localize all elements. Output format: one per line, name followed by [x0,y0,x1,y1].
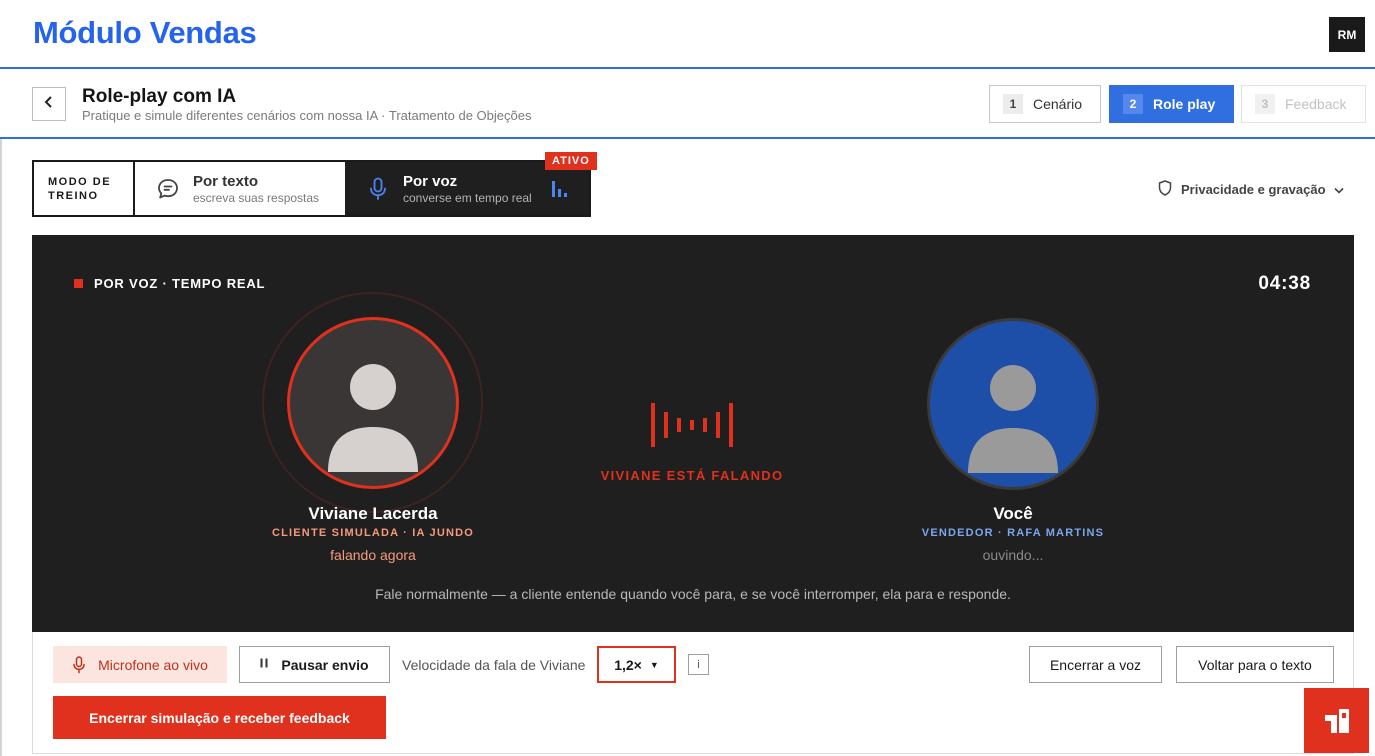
microphone-label: Microfone ao vivo [98,656,208,673]
mode-voice-title: Por voz [403,172,458,190]
shield-icon [1158,180,1172,199]
caret-down-icon: ▼ [649,659,659,670]
mode-voice-subtitle: converse em tempo real [403,190,532,205]
app-header: Módulo Vendas RM [0,0,1375,69]
back-button[interactable] [32,87,66,121]
step-label: Cenário [1033,96,1083,112]
page-subtitle: Pratique e simule diferentes cenários co… [82,108,532,123]
step-number: 3 [1255,94,1275,114]
microphone-icon [365,177,391,201]
chevron-left-icon [44,95,54,113]
ai-role: CLIENTE SIMULADA · IA JUNDO [271,527,475,539]
live-indicator [74,279,83,288]
step-number: 1 [1003,94,1023,114]
app-logo-icon[interactable] [1304,688,1369,753]
stage-mode-label: POR VOZ · TEMPO REAL [94,276,266,291]
end-voice-button[interactable]: Encerrar a voz [1029,646,1162,683]
step-feedback: 3 Feedback [1241,85,1366,123]
user-name: Você [993,504,1033,523]
step-role-play[interactable]: 2 Role play [1109,85,1234,123]
ai-avatar [287,317,459,489]
step-cenario[interactable]: 1 Cenário [989,85,1101,123]
speaking-status: VIVIANE ESTÁ FALANDO [600,468,784,483]
mode-text-subtitle: escreva suas respostas [193,190,320,205]
speed-value: 1,2× [614,656,642,673]
app-title: Módulo Vendas [33,15,257,50]
end-simulation-button[interactable]: Encerrar simulação e receber feedback [53,696,386,739]
user-role: VENDEDOR · RAFA MARTINS [921,527,1105,539]
mode-label: MODO DE TREINO [34,162,135,215]
chevron-down-icon [1333,182,1344,197]
speed-label: Velocidade da fala de Viviane [402,657,586,673]
page-title: Role-play com IA [82,86,237,107]
mode-option-text[interactable]: Por texto escreva suas respostas [135,162,345,215]
pause-send-button[interactable]: Pausar envio [239,646,390,683]
chat-bubble-icon [155,177,181,201]
privacy-label: Privacidade e gravação [1181,182,1326,197]
step-label: Role play [1153,96,1216,112]
user-avatar-circle [927,318,1099,490]
stage-hint: Fale normalmente — a cliente entende qua… [375,586,1011,602]
ai-name: Viviane Lacerda [308,504,438,523]
user-avatar-icon [968,365,1058,473]
pause-label: Pausar envio [281,656,369,673]
speed-select[interactable]: 1,2× ▼ [597,646,676,683]
stage-mode-tag: POR VOZ · TEMPO REAL [74,276,265,291]
microphone-icon [72,655,86,674]
user-avatar-icon [328,364,418,472]
mode-text-title: Por texto [193,172,259,190]
back-to-text-button[interactable]: Voltar para o texto [1176,646,1334,683]
audio-bars-icon [551,180,569,203]
pause-icon [260,658,268,671]
microphone-live-button[interactable]: Microfone ao vivo [53,646,227,683]
user-avatar[interactable]: RM [1329,17,1365,52]
privacy-dropdown[interactable]: Privacidade e gravação [1158,180,1344,199]
page-header: Role-play com IA Pratique e simule difer… [0,69,1375,139]
ai-state: falando agora [330,547,416,563]
waveform-icon [649,401,735,454]
voice-call-stage: POR VOZ · TEMPO REAL 04:38 Viviane Lacer… [32,235,1354,632]
call-timer: 04:38 [1258,273,1311,294]
info-icon[interactable]: i [688,654,709,675]
call-controls: Microfone ao vivo Pausar envio Velocidad… [32,632,1354,754]
user-state: ouvindo... [982,547,1044,563]
step-number: 2 [1123,94,1143,114]
left-divider [0,139,2,756]
training-mode-selector: MODO DE TREINO Por texto escreva suas re… [32,160,591,217]
step-label: Feedback [1285,96,1347,112]
active-badge: ATIVO [545,152,597,170]
